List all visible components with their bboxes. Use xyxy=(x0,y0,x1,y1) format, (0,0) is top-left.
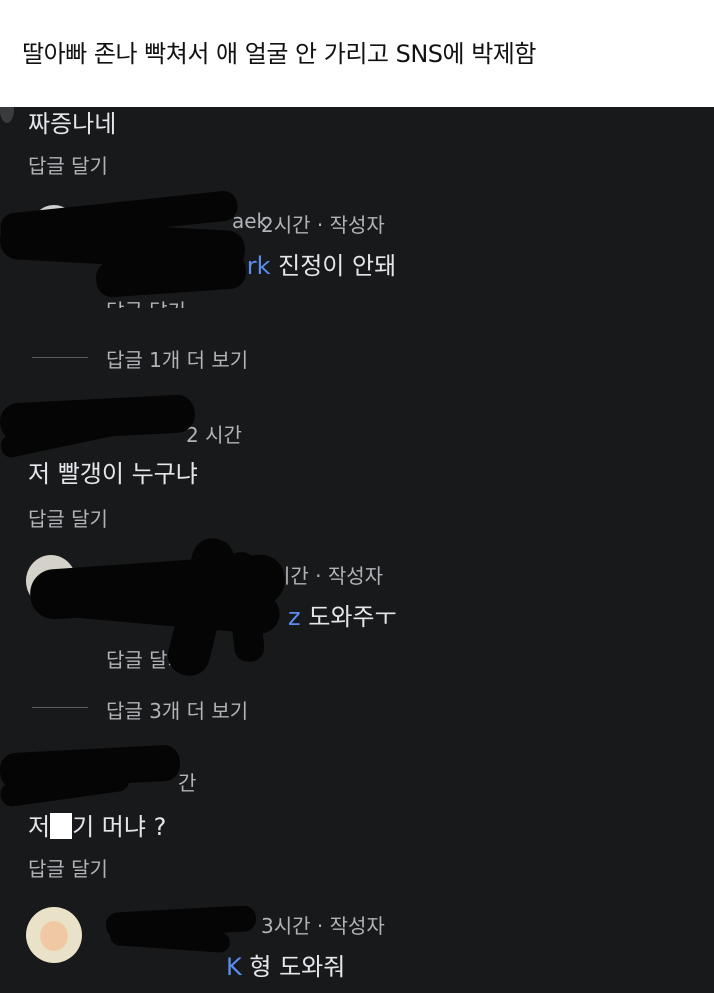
thread-line xyxy=(32,707,88,708)
comment-text: ark 진정이 안돼 xyxy=(232,252,397,280)
post-title: 딸아빠 존나 빡쳐서 애 얼굴 안 가리고 SNS에 박제함 xyxy=(22,40,536,68)
reply-button[interactable]: 답글 달기 xyxy=(28,503,108,532)
comment-meta: 2 시간 xyxy=(186,423,242,447)
comment-text: 저기 머냐 ? xyxy=(28,813,167,841)
baby-photo-icon xyxy=(40,921,68,951)
reply-button[interactable]: 답글 달기 xyxy=(28,150,108,179)
thread-line xyxy=(32,357,88,358)
avatar[interactable] xyxy=(26,907,82,963)
comment-thread: 짜증나네 답글 달기 aek 2시간 · 작성자 ark 진정이 안돼 답글 달… xyxy=(0,107,714,993)
comment-meta: 3시간 · 작성자 xyxy=(261,914,385,938)
comment-meta: 2시간 · 작성자 xyxy=(261,213,385,237)
comment-text: 저 빨갱이 누구냐 xyxy=(28,460,198,488)
censor-block xyxy=(50,813,73,839)
comment-meta: 간 xyxy=(178,771,197,795)
comment-meta: 시간 · 작성자 xyxy=(272,564,384,588)
reply-button[interactable]: 답글 달기 xyxy=(28,853,108,882)
comment-text: z 도와주ㅜ xyxy=(288,603,397,631)
mention-link[interactable]: K xyxy=(226,953,242,981)
view-more-replies[interactable]: 답글 3개 더 보기 xyxy=(106,695,248,724)
reply-button[interactable]: 답글 달기 xyxy=(106,295,186,308)
comment-text: K 형 도와줘 xyxy=(226,953,346,981)
view-more-replies[interactable]: 답글 1개 더 보기 xyxy=(106,344,248,373)
comment-text: 짜증나네 xyxy=(28,110,117,138)
avatar[interactable] xyxy=(0,107,14,123)
mention-link[interactable]: z xyxy=(288,603,301,631)
